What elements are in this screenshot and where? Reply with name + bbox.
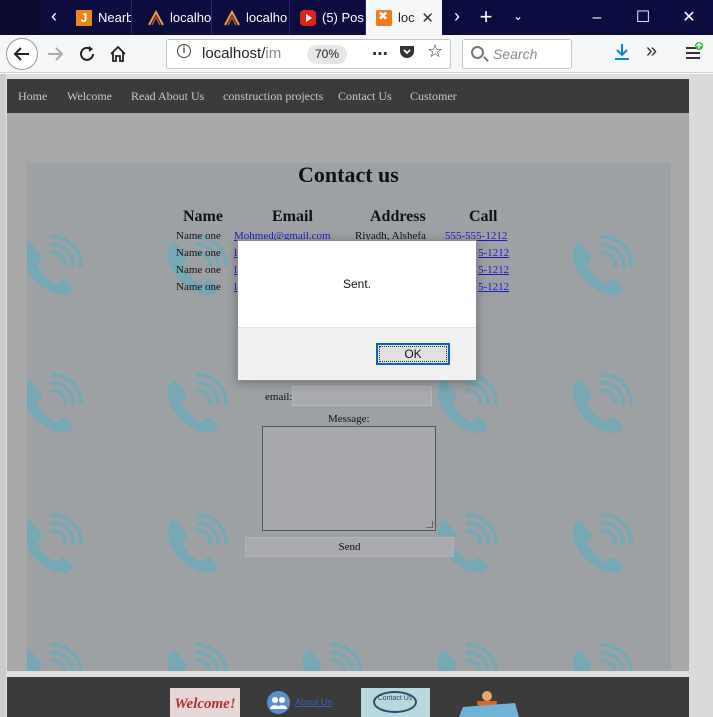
alert-dialog: Sent. OK (237, 240, 477, 381)
back-button[interactable] (6, 38, 38, 70)
tab-label: localho (170, 10, 212, 25)
tab-label: loc (398, 10, 415, 25)
page-title: Contact us (298, 162, 399, 187)
alert-footer: OK (238, 327, 476, 380)
url-host: localhost/ (202, 45, 266, 62)
message-label: Message: (328, 413, 370, 425)
reload-icon (80, 46, 94, 61)
site-nav-home[interactable]: Home (18, 89, 47, 104)
table-header-email: Email (272, 208, 313, 225)
youtube-favicon-icon (300, 9, 316, 26)
tab-label: (5) Pos (322, 10, 364, 25)
overflow-chevrons-icon[interactable]: » (646, 40, 657, 63)
site-footer: Welcome! About Us Contact Us (7, 677, 689, 717)
scroll-tabs-left-icon[interactable]: ‹ (42, 0, 66, 35)
info-icon[interactable]: i (177, 44, 191, 58)
about-us-label: About Us (295, 697, 333, 707)
contact-us-badge: Contact Us (373, 691, 417, 713)
maximize-icon[interactable]: ☐ (620, 0, 666, 35)
pocket-icon[interactable] (399, 44, 415, 65)
welcome-image-link[interactable]: Welcome! (170, 688, 240, 717)
reload-button[interactable] (72, 39, 102, 69)
ok-button[interactable]: OK (376, 343, 450, 365)
site-nav-contact[interactable]: Contact Us (338, 89, 392, 104)
bookmark-star-icon[interactable]: ☆ (427, 41, 443, 62)
email-field[interactable] (292, 386, 432, 406)
about-us-link[interactable]: About Us (267, 691, 347, 714)
person-illustration-icon (455, 689, 525, 717)
table-cell-name: Name one (176, 230, 221, 242)
tab-strip-spacer (0, 0, 40, 35)
arrow-favicon-icon (148, 9, 164, 26)
site-nav-projects[interactable]: construction projects (223, 89, 323, 104)
url-bar[interactable]: i localhost/im 70% ⋯ ☆ (166, 39, 451, 69)
site-nav-about[interactable]: Read About Us (131, 89, 204, 104)
tab-localhost-1[interactable]: localho (138, 0, 212, 35)
close-tab-icon[interactable]: ✕ (421, 9, 434, 27)
scroll-tabs-right-icon[interactable]: › (445, 0, 469, 35)
tab-label: Nearby (98, 10, 131, 25)
download-icon[interactable] (613, 42, 631, 67)
page-actions-icon[interactable]: ⋯ (372, 44, 389, 64)
send-button[interactable]: Send (245, 537, 454, 557)
site-nav-welcome[interactable]: Welcome (67, 89, 112, 104)
people-icon (267, 691, 290, 714)
site-nav-customer[interactable]: Customer (410, 89, 457, 104)
minimize-icon[interactable]: – (574, 0, 620, 35)
search-icon (471, 46, 484, 59)
table-cell-phone-link[interactable]: 5-1212 (478, 247, 509, 259)
tab-strip: ‹ J Nearby localho localho (5) Pos loc ✕… (0, 0, 713, 35)
tab-nearby[interactable]: J Nearby (66, 0, 132, 35)
arrow-favicon-icon (224, 9, 240, 26)
close-window-icon[interactable]: ✕ (666, 0, 712, 35)
email-label: email: (265, 391, 293, 403)
tab-label: localho (246, 10, 288, 25)
tab-active[interactable]: loc ✕ (366, 0, 442, 35)
table-cell-name: Name one (176, 264, 221, 276)
table-cell-phone-link[interactable]: 5-1212 (478, 264, 509, 276)
table-cell-phone-link[interactable]: 5-1212 (478, 281, 509, 293)
table-cell-name: Name one (176, 247, 221, 259)
url-text[interactable]: localhost/im (202, 45, 281, 62)
table-header-call: Call (469, 208, 498, 225)
search-placeholder: Search (493, 46, 538, 62)
new-tab-icon[interactable]: + (474, 0, 498, 35)
j-favicon-icon: J (76, 9, 92, 26)
tab-youtube[interactable]: (5) Pos (290, 0, 366, 35)
message-textarea[interactable] (262, 426, 436, 531)
home-icon (110, 45, 126, 62)
alert-message: Sent. (342, 277, 372, 291)
back-arrow-icon (13, 47, 29, 61)
table-header-name: Name (183, 208, 223, 225)
table-header-address: Address (370, 208, 426, 225)
xampp-favicon-icon (376, 9, 392, 26)
url-path: im (265, 45, 282, 62)
tab-localhost-2[interactable]: localho (214, 0, 290, 35)
search-bar[interactable]: Search (462, 39, 572, 69)
forward-button[interactable] (40, 39, 70, 69)
menu-icon[interactable] (684, 42, 704, 67)
chevron-down-icon[interactable]: ⌄ (506, 0, 530, 35)
page-right-gutter (689, 74, 713, 717)
home-button[interactable] (103, 39, 133, 69)
table-cell-name: Name one (176, 281, 221, 293)
contact-us-image-link[interactable]: Contact Us (361, 688, 430, 717)
site-navigation: Home Welcome Read About Us construction … (7, 79, 689, 113)
forward-arrow-icon (48, 47, 64, 61)
zoom-level-badge[interactable]: 70% (307, 45, 348, 64)
